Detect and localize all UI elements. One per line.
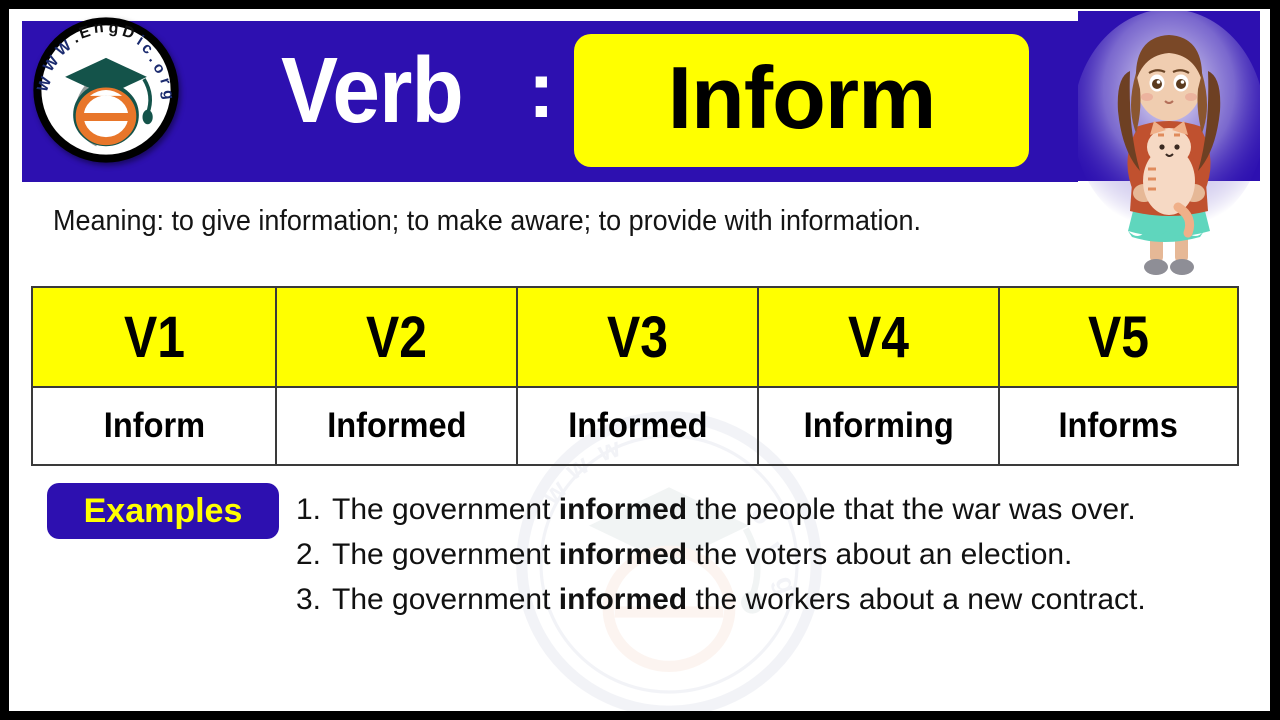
meaning-text: Meaning: to give information; to make aw…: [53, 205, 921, 237]
title-separator: :: [528, 45, 555, 134]
table-header-v1: V1: [31, 286, 277, 388]
verb-form-v4: Informing: [757, 386, 1000, 466]
example-text: The government informed the people that …: [332, 493, 1136, 526]
svg-text:n: n: [93, 18, 105, 37]
table-header-v4: V4: [757, 286, 1000, 388]
example-text: The government informed the workers abou…: [332, 583, 1146, 616]
table-row: Inform Informed Informed Informing Infor…: [31, 386, 1239, 466]
page-title: Verb: [281, 37, 464, 142]
poster-frame: w w w o r g W W W . E n g D i c . o r g …: [0, 0, 1280, 720]
verb-form-v1: Inform: [31, 386, 277, 466]
list-item: 1. The government informed the people th…: [296, 487, 1216, 532]
list-item: 2. The government informed the voters ab…: [296, 532, 1216, 577]
examples-badge-label: Examples: [83, 491, 243, 530]
headword: Inform: [667, 47, 937, 147]
girl-holding-cat-illustration: [1073, 9, 1265, 283]
table-header-row: V1 V2 V3 V4 V5: [31, 286, 1239, 388]
verb-form-v3: Informed: [516, 386, 759, 466]
example-number: 1.: [296, 493, 322, 526]
svg-text:g: g: [108, 18, 120, 37]
example-text: The government informed the voters about…: [332, 538, 1073, 571]
headword-pill: Inform: [574, 34, 1029, 167]
poster-page: w w w o r g W W W . E n g D i c . o r g …: [9, 9, 1270, 711]
list-item: 3. The government informed the workers a…: [296, 577, 1216, 622]
table-header-v5: V5: [998, 286, 1239, 388]
examples-list: 1. The government informed the people th…: [296, 487, 1216, 622]
verb-forms-table: V1 V2 V3 V4 V5 Inform Informed Informed …: [31, 286, 1239, 466]
example-number: 3.: [296, 583, 322, 616]
examples-badge: Examples: [47, 483, 279, 539]
table-header-v3: V3: [516, 286, 759, 388]
verb-form-v5: Informs: [998, 386, 1239, 466]
example-number: 2.: [296, 538, 322, 571]
verb-form-v2: Informed: [275, 386, 518, 466]
engdic-logo[interactable]: W W W . E n g D i c . o r g: [33, 17, 179, 163]
table-header-v2: V2: [275, 286, 518, 388]
